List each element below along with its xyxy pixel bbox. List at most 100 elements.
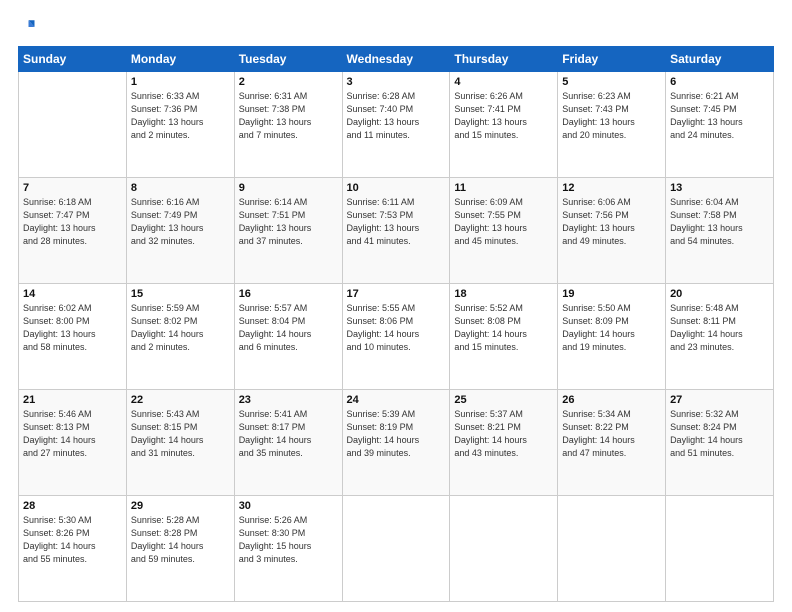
logo-icon (18, 18, 36, 36)
day-header-sunday: Sunday (19, 47, 127, 72)
page: SundayMondayTuesdayWednesdayThursdayFrid… (0, 0, 792, 612)
day-info: Sunrise: 5:46 AMSunset: 8:13 PMDaylight:… (23, 408, 122, 460)
day-number: 27 (670, 394, 769, 406)
calendar-cell (558, 496, 666, 602)
day-info: Sunrise: 5:43 AMSunset: 8:15 PMDaylight:… (131, 408, 230, 460)
calendar-cell: 9Sunrise: 6:14 AMSunset: 7:51 PMDaylight… (234, 178, 342, 284)
day-number: 11 (454, 182, 553, 194)
day-info: Sunrise: 5:41 AMSunset: 8:17 PMDaylight:… (239, 408, 338, 460)
day-info: Sunrise: 5:57 AMSunset: 8:04 PMDaylight:… (239, 302, 338, 354)
calendar-cell: 20Sunrise: 5:48 AMSunset: 8:11 PMDayligh… (666, 284, 774, 390)
day-number: 24 (347, 394, 446, 406)
week-row-2: 14 Sunrise: 6:02 AMSunset: 8:00 PMDayligh… (19, 284, 774, 390)
day-number: 28 (23, 500, 122, 512)
day-header-tuesday: Tuesday (234, 47, 342, 72)
day-info: Sunrise: 6:31 AMSunset: 7:38 PMDaylight:… (239, 90, 338, 142)
day-number: 19 (562, 288, 661, 300)
calendar-cell: 17 Sunrise: 5:55 AMSunset: 8:06 PMDayligh… (342, 284, 450, 390)
day-number: 12 (562, 182, 661, 194)
day-info: Sunrise: 6:09 AMSunset: 7:55 PMDaylight:… (454, 196, 553, 248)
day-header-saturday: Saturday (666, 47, 774, 72)
day-header-friday: Friday (558, 47, 666, 72)
header (18, 18, 774, 36)
calendar-cell: 6 Sunrise: 6:21 AMSunset: 7:45 PMDaylight… (666, 72, 774, 178)
day-number: 3 (347, 76, 446, 88)
calendar-cell: 2 Sunrise: 6:31 AMSunset: 7:38 PMDaylight… (234, 72, 342, 178)
calendar-cell: 16 Sunrise: 5:57 AMSunset: 8:04 PMDayligh… (234, 284, 342, 390)
calendar-cell: 29 Sunrise: 5:28 AMSunset: 8:28 PMDayligh… (126, 496, 234, 602)
day-number: 23 (239, 394, 338, 406)
calendar-cell: 24 Sunrise: 5:39 AMSunset: 8:19 PMDayligh… (342, 390, 450, 496)
day-number: 1 (131, 76, 230, 88)
week-row-0: 1 Sunrise: 6:33 AMSunset: 7:36 PMDaylight… (19, 72, 774, 178)
day-number: 22 (131, 394, 230, 406)
week-row-4: 28 Sunrise: 5:30 AMSunset: 8:26 PMDayligh… (19, 496, 774, 602)
day-info: Sunrise: 5:55 AMSunset: 8:06 PMDaylight:… (347, 302, 446, 354)
day-info: Sunrise: 6:23 AMSunset: 7:43 PMDaylight:… (562, 90, 661, 142)
calendar-cell: 5 Sunrise: 6:23 AMSunset: 7:43 PMDaylight… (558, 72, 666, 178)
calendar-cell: 19Sunrise: 5:50 AMSunset: 8:09 PMDayligh… (558, 284, 666, 390)
calendar-cell (666, 496, 774, 602)
day-number: 20 (670, 288, 769, 300)
day-info: Sunrise: 6:26 AMSunset: 7:41 PMDaylight:… (454, 90, 553, 142)
day-number: 18 (454, 288, 553, 300)
day-info: Sunrise: 6:21 AMSunset: 7:45 PMDaylight:… (670, 90, 769, 142)
day-number: 4 (454, 76, 553, 88)
day-number: 13 (670, 182, 769, 194)
day-info: Sunrise: 6:33 AMSunset: 7:36 PMDaylight:… (131, 90, 230, 142)
calendar-header-row: SundayMondayTuesdayWednesdayThursdayFrid… (19, 47, 774, 72)
day-info: Sunrise: 6:04 AMSunset: 7:58 PMDaylight:… (670, 196, 769, 248)
day-header-thursday: Thursday (450, 47, 558, 72)
week-row-3: 21 Sunrise: 5:46 AMSunset: 8:13 PMDayligh… (19, 390, 774, 496)
day-number: 25 (454, 394, 553, 406)
calendar-cell: 18 Sunrise: 5:52 AMSunset: 8:08 PMDayligh… (450, 284, 558, 390)
day-number: 7 (23, 182, 122, 194)
day-info: Sunrise: 6:06 AMSunset: 7:56 PMDaylight:… (562, 196, 661, 248)
logo (18, 18, 38, 36)
day-header-monday: Monday (126, 47, 234, 72)
day-header-wednesday: Wednesday (342, 47, 450, 72)
day-number: 15 (131, 288, 230, 300)
calendar-table: SundayMondayTuesdayWednesdayThursdayFrid… (18, 46, 774, 602)
day-info: Sunrise: 5:28 AMSunset: 8:28 PMDaylight:… (131, 514, 230, 566)
calendar-cell (450, 496, 558, 602)
day-info: Sunrise: 6:11 AMSunset: 7:53 PMDaylight:… (347, 196, 446, 248)
day-number: 30 (239, 500, 338, 512)
day-info: Sunrise: 6:28 AMSunset: 7:40 PMDaylight:… (347, 90, 446, 142)
day-number: 16 (239, 288, 338, 300)
calendar-cell: 23 Sunrise: 5:41 AMSunset: 8:17 PMDayligh… (234, 390, 342, 496)
day-info: Sunrise: 5:39 AMSunset: 8:19 PMDaylight:… (347, 408, 446, 460)
day-number: 26 (562, 394, 661, 406)
calendar-cell: 14 Sunrise: 6:02 AMSunset: 8:00 PMDayligh… (19, 284, 127, 390)
day-info: Sunrise: 5:34 AMSunset: 8:22 PMDaylight:… (562, 408, 661, 460)
calendar-cell (19, 72, 127, 178)
day-info: Sunrise: 5:52 AMSunset: 8:08 PMDaylight:… (454, 302, 553, 354)
day-info: Sunrise: 5:26 AMSunset: 8:30 PMDaylight:… (239, 514, 338, 566)
day-info: Sunrise: 6:18 AMSunset: 7:47 PMDaylight:… (23, 196, 122, 248)
day-number: 6 (670, 76, 769, 88)
day-info: Sunrise: 5:30 AMSunset: 8:26 PMDaylight:… (23, 514, 122, 566)
day-number: 2 (239, 76, 338, 88)
week-row-1: 7 Sunrise: 6:18 AMSunset: 7:47 PMDaylight… (19, 178, 774, 284)
calendar-cell: 27 Sunrise: 5:32 AMSunset: 8:24 PMDayligh… (666, 390, 774, 496)
day-info: Sunrise: 5:32 AMSunset: 8:24 PMDaylight:… (670, 408, 769, 460)
day-number: 10 (347, 182, 446, 194)
day-info: Sunrise: 5:37 AMSunset: 8:21 PMDaylight:… (454, 408, 553, 460)
calendar-cell: 8Sunrise: 6:16 AMSunset: 7:49 PMDaylight… (126, 178, 234, 284)
calendar-cell: 22 Sunrise: 5:43 AMSunset: 8:15 PMDayligh… (126, 390, 234, 496)
day-info: Sunrise: 5:59 AMSunset: 8:02 PMDaylight:… (131, 302, 230, 354)
calendar-cell: 25 Sunrise: 5:37 AMSunset: 8:21 PMDayligh… (450, 390, 558, 496)
day-info: Sunrise: 6:16 AMSunset: 7:49 PMDaylight:… (131, 196, 230, 248)
calendar-cell: 12 Sunrise: 6:06 AMSunset: 7:56 PMDayligh… (558, 178, 666, 284)
calendar-cell: 4 Sunrise: 6:26 AMSunset: 7:41 PMDaylight… (450, 72, 558, 178)
day-number: 9 (239, 182, 338, 194)
calendar-cell: 30 Sunrise: 5:26 AMSunset: 8:30 PMDayligh… (234, 496, 342, 602)
day-info: Sunrise: 6:02 AMSunset: 8:00 PMDaylight:… (23, 302, 122, 354)
day-number: 14 (23, 288, 122, 300)
day-number: 17 (347, 288, 446, 300)
day-number: 29 (131, 500, 230, 512)
calendar-cell: 7 Sunrise: 6:18 AMSunset: 7:47 PMDaylight… (19, 178, 127, 284)
calendar-cell: 3 Sunrise: 6:28 AMSunset: 7:40 PMDaylight… (342, 72, 450, 178)
day-number: 21 (23, 394, 122, 406)
day-number: 5 (562, 76, 661, 88)
